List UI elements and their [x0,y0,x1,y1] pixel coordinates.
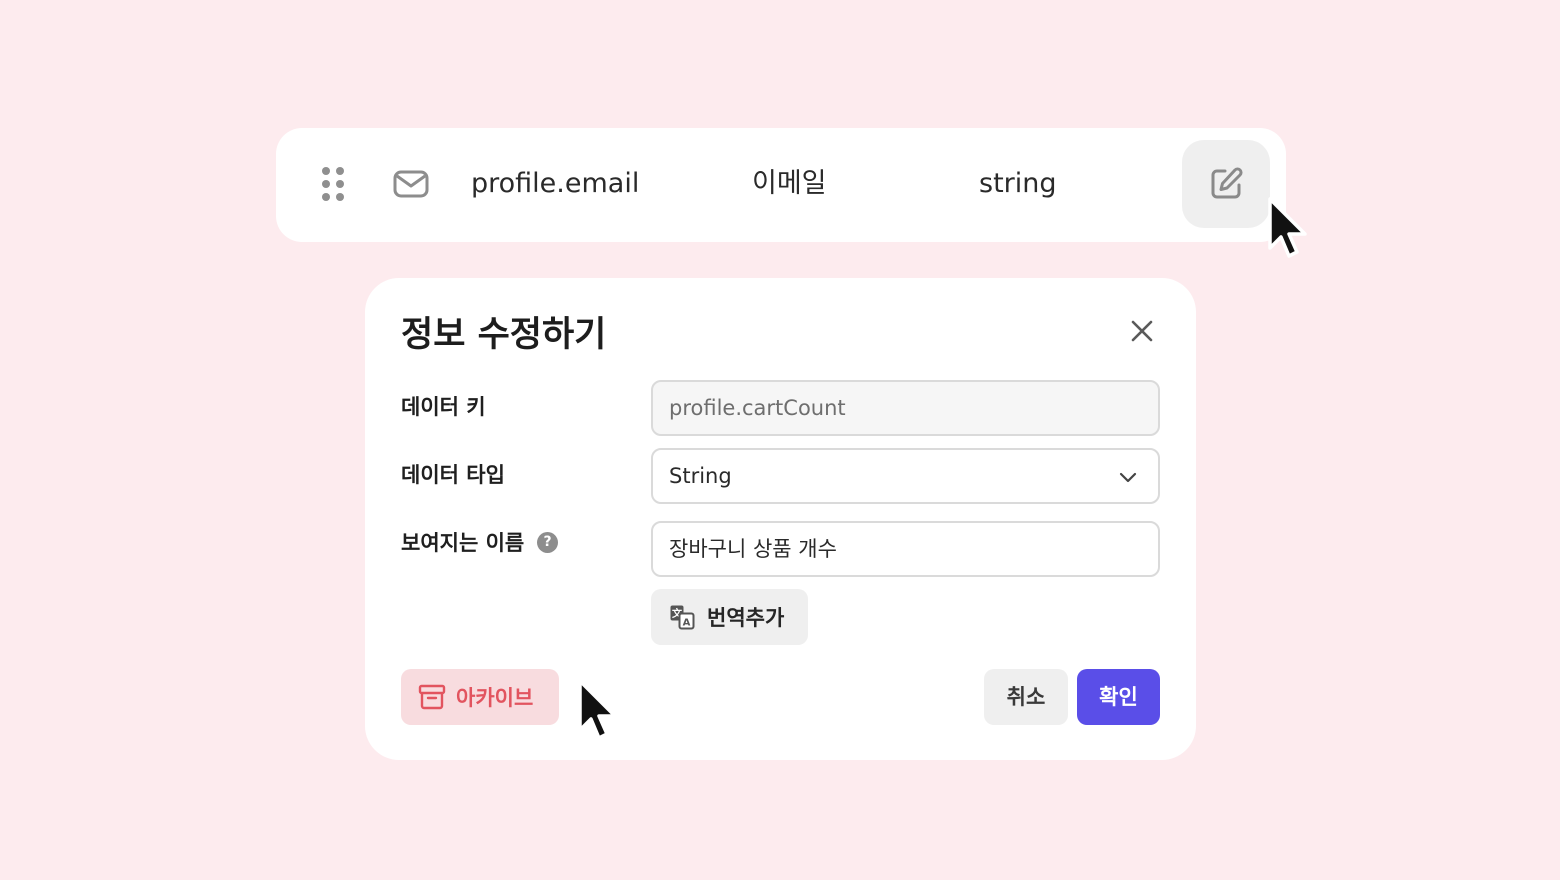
display-name-input[interactable]: 장바구니 상품 개수 [651,521,1160,577]
canvas: profile.email 이메일 string 정보 수정하기 데이터 키 데… [0,0,1560,880]
edit-button[interactable] [1182,140,1270,228]
display-name-label: 보여지는 이름 [401,531,525,555]
data-type-selected-value: String [669,464,732,488]
svg-text:A: A [683,618,691,629]
add-translation-button[interactable]: 文 A 번역추가 [651,589,808,645]
translate-icon: 文 A [670,605,695,630]
add-translation-label: 번역추가 [707,606,785,630]
cancel-button[interactable]: 취소 [984,669,1068,725]
data-key-input: profile.cartCount [651,380,1160,436]
confirm-button[interactable]: 확인 [1077,669,1160,725]
modal-title: 정보 수정하기 [401,315,607,355]
drag-handle-icon[interactable] [322,167,344,201]
close-icon[interactable] [1124,313,1160,349]
archive-icon [418,684,446,710]
edit-icon [1211,167,1243,199]
data-key-label: 데이터 키 [401,395,486,419]
chevron-down-icon [1119,472,1137,483]
row-type-text: string [979,168,1057,199]
row-display-name-text: 이메일 [752,168,827,199]
mouse-cursor-icon [1268,197,1307,258]
data-type-label: 데이터 타입 [401,463,505,487]
mail-icon [393,170,429,198]
archive-button[interactable]: 아카이브 [401,669,559,725]
data-type-select[interactable]: String [651,448,1160,504]
mouse-cursor-icon [578,679,617,740]
help-icon[interactable]: ? [537,532,558,553]
archive-label: 아카이브 [456,686,534,710]
row-key-text: profile.email [471,168,640,199]
